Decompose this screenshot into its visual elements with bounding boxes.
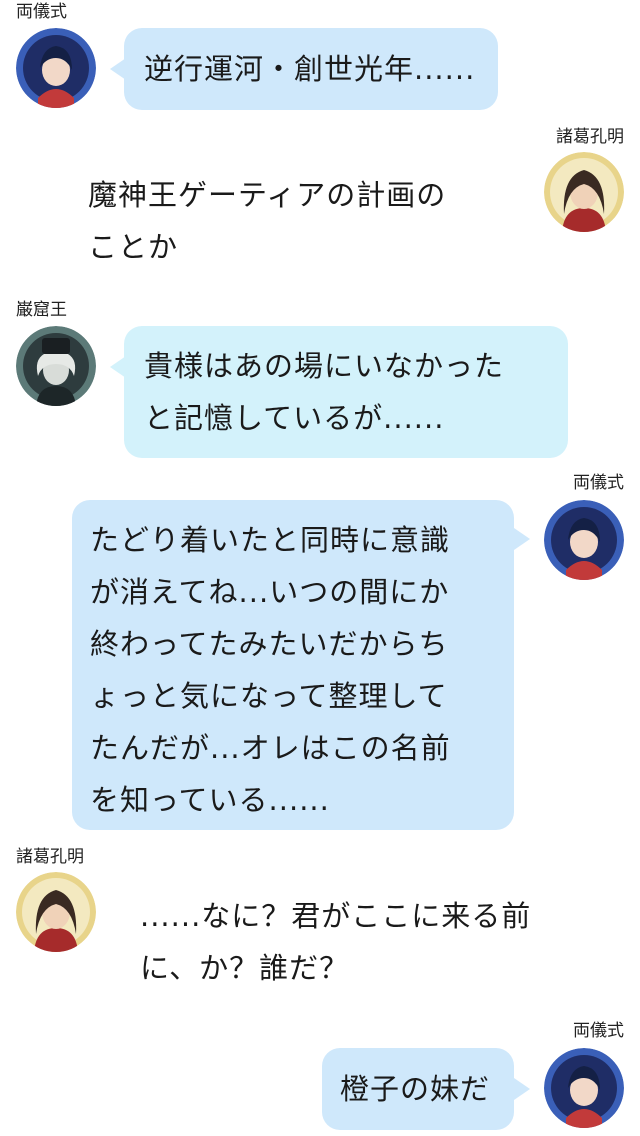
speaker-name: 諸葛孔明 xyxy=(556,127,624,147)
speaker-name: 両儀式 xyxy=(573,1021,624,1041)
chat-bubble: たどり着いたと同時に意識 が消えてね...いつの間にか 終わってたみたいだからち… xyxy=(72,500,514,830)
message-text: 逆行運河・創世光年...... xyxy=(144,52,476,86)
avatar-zhuge-icon xyxy=(544,152,624,232)
message-text: 橙子の妹だ xyxy=(340,1072,491,1106)
avatar-ryougi[interactable] xyxy=(544,1048,624,1128)
message-text: 貴様はあの場にいなかった と記憶しているが...... xyxy=(144,349,505,435)
bubble-tail xyxy=(110,356,126,378)
bubble-tail xyxy=(514,528,530,550)
message-text: 魔神王ゲーティアの計画の ことか xyxy=(88,178,447,264)
avatar-gankutsuou-icon xyxy=(16,326,96,406)
bubble-tail xyxy=(514,1078,530,1100)
avatar-ryougi-icon xyxy=(544,1048,624,1128)
speaker-name: 諸葛孔明 xyxy=(16,847,84,867)
avatar-zhuge[interactable] xyxy=(16,872,96,952)
chat-bubble: ......なに？君がここに来る前 に、か？誰だ？ xyxy=(124,888,584,998)
chat-bubble: 魔神王ゲーティアの計画の ことか xyxy=(72,166,530,276)
avatar-ryougi[interactable] xyxy=(16,28,96,108)
avatar-ryougi-icon xyxy=(544,500,624,580)
speaker-name: 巌窟王 xyxy=(16,300,67,320)
speaker-name: 両儀式 xyxy=(573,473,624,493)
avatar-zhuge-icon xyxy=(16,872,96,952)
message-text: ......なに？君がここに来る前 に、か？誰だ？ xyxy=(140,899,532,985)
chat-bubble: 貴様はあの場にいなかった と記憶しているが...... xyxy=(124,326,568,458)
avatar-gankutsuou[interactable] xyxy=(16,326,96,406)
avatar-ryougi-icon xyxy=(16,28,96,108)
bubble-tail xyxy=(110,58,126,80)
chat-bubble: 橙子の妹だ xyxy=(322,1048,514,1130)
chat-bubble: 逆行運河・創世光年...... xyxy=(124,28,498,110)
message-text: たどり着いたと同時に意識 が消えてね...いつの間にか 終わってたみたいだからち… xyxy=(90,523,451,817)
avatar-zhuge[interactable] xyxy=(544,152,624,232)
avatar-ryougi[interactable] xyxy=(544,500,624,580)
speaker-name: 両儀式 xyxy=(16,2,67,22)
